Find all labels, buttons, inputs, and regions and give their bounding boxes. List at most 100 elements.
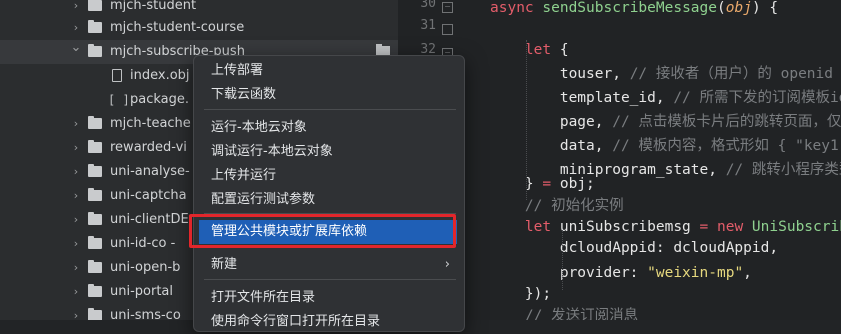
tree-row-label: uni-captcha xyxy=(110,188,187,203)
context-menu-item[interactable]: 使用命令行窗口打开所在目录 xyxy=(194,310,464,334)
code-token: // 模板内容，格式形如 { "key1": { "value": any } … xyxy=(612,138,841,154)
folder-icon xyxy=(88,0,102,11)
code-token: let xyxy=(490,219,560,235)
context-menu-item[interactable]: 调试运行-本地云对象 xyxy=(194,140,464,164)
context-menu-item[interactable]: 打开文件所在目录 xyxy=(194,286,464,310)
tree-row-label: uni-portal xyxy=(110,284,174,299)
folder-icon xyxy=(88,212,102,225)
code-token: = xyxy=(699,219,717,235)
code-token: }); xyxy=(490,286,552,302)
chevron-right-icon[interactable]: › xyxy=(70,280,82,304)
code-token: } xyxy=(490,176,543,192)
code-line: touser, // 接收者（用户）的 openid xyxy=(490,62,833,86)
code-token: async xyxy=(490,0,543,16)
line-number: 30 xyxy=(420,0,436,11)
folder-icon xyxy=(88,308,102,320)
code-token: { xyxy=(559,42,569,58)
folder-icon xyxy=(88,284,102,297)
indent-guide xyxy=(562,230,563,290)
code-line: dcloudAppid: dcloudAppid, xyxy=(490,236,778,260)
menu-separator xyxy=(204,279,456,280)
chevron-right-icon[interactable]: › xyxy=(70,136,82,160)
chevron-right-icon[interactable]: › xyxy=(70,256,82,280)
menu-item-label: 使用命令行窗口打开所在目录 xyxy=(211,314,381,329)
tree-row-label: uni-id-co - xyxy=(110,236,176,251)
code-token: UniSubscribemsg xyxy=(751,219,841,235)
code-token: // 跳转小程序类型 xyxy=(725,162,841,178)
folder-icon xyxy=(88,188,102,201)
tree-row-label: uni-clientDE xyxy=(110,212,189,227)
chevron-right-icon[interactable]: › xyxy=(70,112,82,136)
code-line: page, // 点击模板卡片后的跳转页面，仅限本小程序内的页面 xyxy=(490,110,841,134)
code-token: new xyxy=(717,219,752,235)
context-menu-item[interactable]: 新建 › xyxy=(194,253,464,277)
fold-marker-icon[interactable] xyxy=(442,24,453,35)
menu-item-label: 配置运行测试参数 xyxy=(211,192,316,207)
chevron-down-icon[interactable]: ⌄ xyxy=(70,36,82,60)
folder-icon xyxy=(88,116,102,129)
folder-icon xyxy=(88,260,102,273)
indent-guide xyxy=(526,40,527,200)
tree-row-label: mjch-teache xyxy=(110,116,191,131)
menu-item-label: 上传部署 xyxy=(211,63,264,78)
code-token: = xyxy=(542,176,560,192)
line-number: 31 xyxy=(420,18,436,33)
code-token: // 点击模板卡片后的跳转页面，仅限本小程序内的页面 xyxy=(612,114,841,130)
chevron-right-icon[interactable]: › xyxy=(70,304,82,320)
tree-row-label: mjch-student-course xyxy=(110,20,245,35)
annotation-highlight-box xyxy=(189,214,456,248)
code-line: async sendSubscribeMessage(obj) { xyxy=(490,0,778,20)
menu-item-label: 运行-本地云对象 xyxy=(211,120,307,135)
menu-separator xyxy=(204,109,456,110)
tree-row-label: uni-open-b xyxy=(110,260,181,275)
folder-icon xyxy=(88,164,102,177)
code-line: let { xyxy=(490,38,569,62)
chevron-right-icon[interactable]: › xyxy=(70,160,82,184)
code-token: ) { xyxy=(751,0,779,16)
code-token: data, xyxy=(490,138,613,154)
code-token: template_id, xyxy=(490,90,674,106)
code-token: obj; xyxy=(559,176,595,192)
menu-item-label: 下载云函数 xyxy=(211,87,277,102)
folder-icon xyxy=(88,236,102,249)
tree-row-label: uni-analyse- xyxy=(110,164,190,179)
code-token: obj xyxy=(725,0,752,16)
tree-row-label: package. xyxy=(130,92,190,107)
folder-icon xyxy=(88,20,102,33)
code-token: // 发送订阅消息 xyxy=(490,308,639,320)
tree-row[interactable]: › mjch-student-course xyxy=(0,16,398,40)
code-token: , xyxy=(743,265,752,281)
menu-item-label: 上传并运行 xyxy=(211,168,277,183)
code-token: ( xyxy=(717,0,726,16)
code-line: }); xyxy=(490,282,551,306)
code-token: page, xyxy=(490,114,613,130)
context-menu-item[interactable]: 配置运行测试参数 xyxy=(194,188,464,212)
chevron-right-icon[interactable]: › xyxy=(70,208,82,232)
code-line: // 发送订阅消息 xyxy=(490,304,638,320)
folder-icon xyxy=(88,140,102,153)
code-token: dcloudAppid: dcloudAppid, xyxy=(490,240,779,256)
context-menu-item[interactable]: 下载云函数 xyxy=(194,83,464,107)
code-token: "weixin-mp" xyxy=(647,265,744,281)
code-token: uniSubscribemsg xyxy=(559,219,700,235)
context-menu-item[interactable]: 运行-本地云对象 xyxy=(194,116,464,140)
code-token: let xyxy=(490,42,560,58)
tree-row-label: index.obj xyxy=(130,68,190,83)
code-line: data, // 模板内容，格式形如 { "key1": { "value": … xyxy=(490,134,841,158)
context-menu-item[interactable]: 上传部署 xyxy=(194,59,464,83)
code-token: // 所需下发的订阅模板id xyxy=(673,90,841,106)
code-token: provider: xyxy=(490,265,648,281)
menu-item-label: 调试运行-本地云对象 xyxy=(211,144,333,159)
code-line: template_id, // 所需下发的订阅模板id xyxy=(490,86,841,110)
code-token: // 初始化实例 xyxy=(490,198,624,214)
folder-icon xyxy=(88,44,102,57)
fold-marker-icon[interactable]: − xyxy=(442,2,453,13)
code-line: } = obj; xyxy=(490,172,595,196)
context-menu-item[interactable]: 上传并运行 xyxy=(194,164,464,188)
code-token: sendSubscribeMessage xyxy=(542,0,717,16)
chevron-right-icon[interactable]: › xyxy=(70,184,82,208)
chevron-right-icon[interactable]: › xyxy=(70,232,82,256)
menu-item-label: 新建 xyxy=(211,257,238,272)
code-token: // 接收者（用户）的 openid xyxy=(629,66,833,82)
tree-row-label: rewarded-vi xyxy=(110,140,187,155)
